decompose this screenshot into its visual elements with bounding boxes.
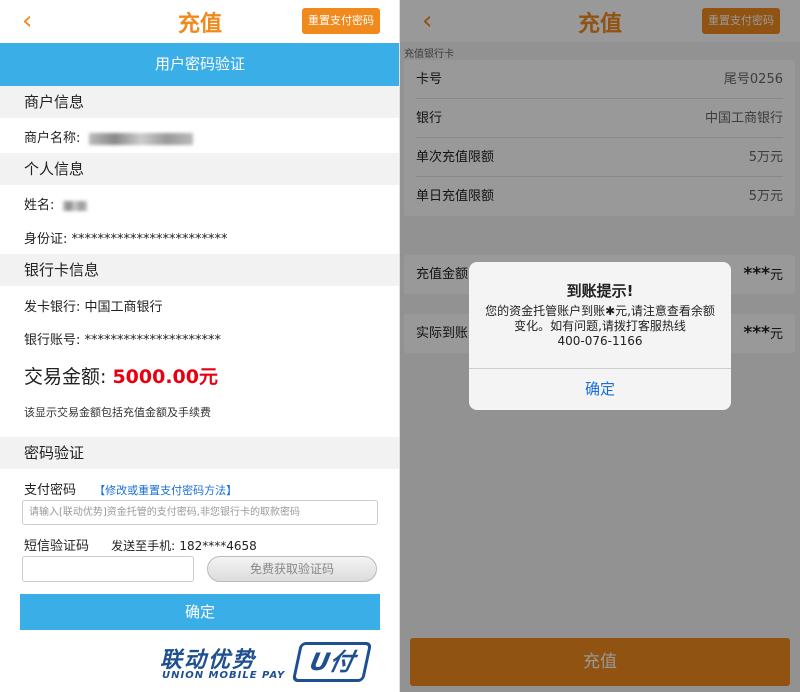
personal-section-title: 个人信息 [0, 153, 400, 185]
amount-value: 5000.00元 [112, 366, 218, 388]
account-row: 银行账号: ********************* [24, 329, 221, 348]
sms-code-input[interactable] [22, 556, 194, 582]
get-sms-code-button[interactable]: 免费获取验证码 [207, 556, 377, 582]
account-value: ********************* [84, 333, 222, 348]
issuer-value: 中国工商银行 [84, 300, 163, 315]
personal-name-label: 姓名: [24, 198, 55, 213]
verify-banner: 用户密码验证 [0, 43, 400, 86]
recharge-screen: ‹ 充值 重置支付密码 充值银行卡 卡号 尾号0256 银行 中国工商银行 单次… [400, 0, 800, 692]
id-row: 身份证: ************************ [24, 228, 228, 247]
merchant-section-title: 商户信息 [0, 86, 400, 118]
dialog-hotline: 400-076-1166 [557, 334, 643, 348]
pay-password-row: 支付密码 【修改或重置支付密码方法】 [24, 479, 237, 498]
password-section-title: 密码验证 [0, 437, 400, 469]
amount-note: 该显示交易金额包括充值金额及手续费 [24, 406, 211, 419]
id-value: ************************ [71, 232, 228, 247]
dialog-message-text: 您的资金托管账户到账✱元,请注意查看余额变化。如有问题,请拨打客服热线 [485, 304, 715, 333]
screenshot: ‹ 充值 重置支付密码 用户密码验证 商户信息 商户名称: 个人信息 姓名: 身… [0, 0, 800, 692]
amount-row: 交易金额: 5000.00元 [24, 362, 218, 389]
account-label: 银行账号: [24, 333, 81, 348]
upay-logo-icon: U付 [291, 642, 373, 682]
brand-name-en: UNION MOBILE PAY [162, 670, 286, 681]
sms-phone: 182****4658 [179, 539, 257, 553]
issuer-row: 发卡银行: 中国工商银行 [24, 296, 163, 315]
password-verify-screen: ‹ 充值 重置支付密码 用户密码验证 商户信息 商户名称: 个人信息 姓名: 身… [0, 0, 400, 692]
sms-sent-label: 发送至手机: [111, 539, 176, 553]
personal-name-row: 姓名: [24, 194, 87, 213]
pay-password-input[interactable]: 请输入[联动优势]资金托管的支付密码,非您银行卡的取款密码 [22, 500, 378, 525]
dialog-title: 到账提示! [566, 282, 634, 300]
brand-logo: 联动优势 UNION MOBILE PAY U付 [160, 640, 390, 688]
issuer-label: 发卡银行: [24, 300, 81, 315]
sms-label: 短信验证码 [24, 539, 90, 554]
bank-section-title: 银行卡信息 [0, 254, 400, 286]
arrival-dialog: 到账提示! 您的资金托管账户到账✱元,请注意查看余额变化。如有问题,请拨打客服热… [469, 262, 731, 410]
sms-row: 短信验证码 发送至手机: 182****4658 [24, 535, 257, 554]
id-label: 身份证: [24, 232, 68, 247]
confirm-button[interactable]: 确定 [20, 594, 380, 630]
reset-method-link[interactable]: 【修改或重置支付密码方法】 [94, 484, 237, 497]
merchant-name-redacted [88, 132, 193, 145]
reset-pay-password-button[interactable]: 重置支付密码 [302, 8, 380, 34]
merchant-name-row: 商户名称: [24, 127, 193, 146]
amount-label: 交易金额: [24, 366, 107, 388]
pay-password-label: 支付密码 [24, 483, 77, 498]
dialog-ok-button[interactable]: 确定 [469, 369, 731, 410]
merchant-name-label: 商户名称: [24, 131, 81, 146]
personal-name-redacted [62, 200, 87, 211]
header: ‹ 充值 重置支付密码 [0, 0, 400, 42]
dialog-message: 您的资金托管账户到账✱元,请注意查看余额变化。如有问题,请拨打客服热线 400-… [483, 304, 717, 349]
